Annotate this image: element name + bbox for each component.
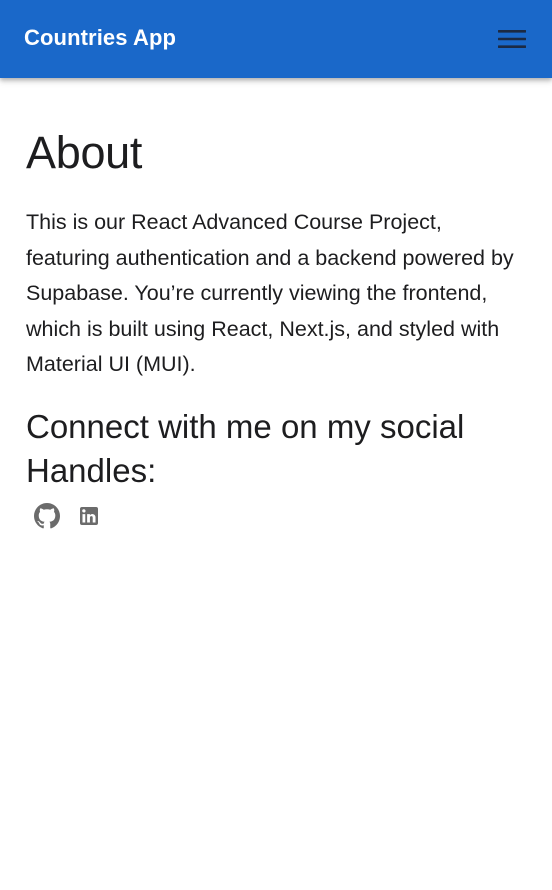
about-description: This is our React Advanced Course Projec…: [26, 210, 514, 376]
social-heading: Connect with me on my social Handles:: [26, 407, 465, 489]
github-icon: [34, 502, 60, 528]
linkedin-link[interactable]: [74, 501, 104, 531]
app-title[interactable]: Countries App: [24, 27, 176, 49]
social-links: [32, 501, 526, 531]
page-title: About: [26, 127, 143, 178]
github-link[interactable]: [32, 501, 62, 531]
hamburger-menu-icon: [498, 30, 526, 48]
linkedin-icon: [80, 506, 98, 525]
app-bar: Countries App: [0, 0, 552, 78]
main-content: About This is our React Advanced Course …: [26, 78, 526, 531]
menu-button[interactable]: [494, 21, 530, 57]
